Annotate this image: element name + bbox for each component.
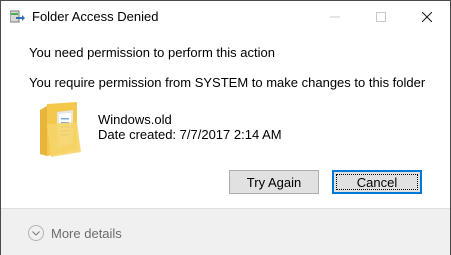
folder-move-icon [10,10,25,23]
try-again-label: Try Again [246,174,302,190]
close-icon [422,12,432,22]
item-name: Windows.old [98,112,172,127]
maximize-icon [376,12,386,22]
minimize-button[interactable] [312,1,358,33]
more-details-toggle[interactable]: More details [28,223,122,243]
item-date-created: Date created: 7/7/2017 2:14 AM [98,127,282,142]
try-again-button[interactable]: Try Again [229,170,319,194]
window-title: Folder Access Denied [32,9,159,24]
cancel-button[interactable]: Cancel [332,170,422,194]
more-details-label: More details [51,225,122,241]
close-button[interactable] [404,1,450,33]
dialog-footer: More details [1,208,450,255]
focus-ring [336,174,418,190]
folder-icon [40,102,81,157]
folder-access-denied-dialog: Folder Access Denied You need permission… [0,0,451,255]
message-heading: You need permission to perform this acti… [29,45,275,60]
maximize-button[interactable] [358,1,404,33]
minimize-icon [330,16,340,18]
chevron-down-icon [28,225,44,241]
message-detail: You require permission from SYSTEM to ma… [29,75,426,90]
title-bar[interactable]: Folder Access Denied [1,1,450,33]
